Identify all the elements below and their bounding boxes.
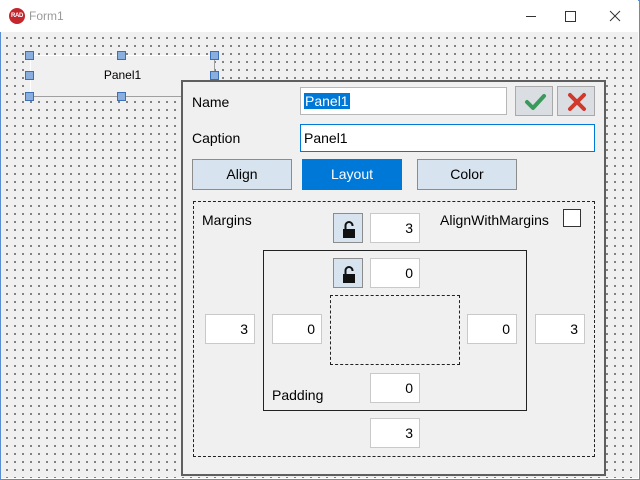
padding-right-input[interactable]: 0 [467, 314, 517, 344]
maximize-button[interactable] [548, 0, 594, 32]
resize-handle-bottom-left[interactable] [25, 92, 34, 101]
padding-bottom-input[interactable]: 0 [370, 373, 420, 403]
margin-left-input[interactable]: 3 [205, 314, 255, 344]
padding-left-input[interactable]: 0 [272, 314, 322, 344]
padding-lock-button[interactable] [333, 258, 363, 288]
name-input[interactable]: Panel1 [300, 87, 507, 115]
padding-top-input[interactable]: 0 [370, 258, 420, 288]
close-icon [609, 10, 621, 22]
cancel-button[interactable] [557, 86, 595, 116]
rad-logo-icon: RAD [9, 8, 25, 24]
resize-handle-top[interactable] [117, 51, 126, 60]
ok-button[interactable] [515, 86, 553, 116]
name-label: Name [192, 94, 230, 110]
window-title: Form1 [29, 9, 64, 23]
align-with-margins-label: AlignWithMargins [440, 212, 549, 228]
resize-handle-right[interactable] [210, 71, 219, 80]
margins-lock-button[interactable] [333, 213, 363, 243]
resize-handle-left[interactable] [25, 71, 34, 80]
resize-handle-top-left[interactable] [25, 51, 34, 60]
caption-label: Caption [192, 130, 241, 146]
cross-icon [568, 93, 586, 111]
maximize-icon [565, 11, 576, 22]
lock-icon [343, 266, 355, 283]
align-with-margins-checkbox[interactable] [563, 209, 581, 227]
checkmark-icon [525, 94, 546, 110]
title-bar[interactable]: RAD Form1 [0, 0, 638, 32]
padding-label: Padding [272, 387, 324, 403]
resize-handle-bottom[interactable] [117, 92, 126, 101]
caption-input[interactable]: Panel1 [300, 124, 595, 152]
margins-label: Margins [202, 212, 252, 228]
tab-color[interactable]: Color [417, 159, 517, 190]
content-area-box [330, 295, 460, 365]
margin-top-input[interactable]: 3 [370, 213, 420, 243]
name-value: Panel1 [304, 93, 350, 109]
margin-right-input[interactable]: 3 [535, 314, 585, 344]
close-button[interactable] [592, 0, 638, 32]
tab-align[interactable]: Align [192, 159, 292, 190]
lock-icon [343, 221, 355, 238]
resize-handle-top-right[interactable] [210, 51, 219, 60]
margin-bottom-input[interactable]: 3 [370, 418, 420, 448]
tab-layout[interactable]: Layout [302, 159, 402, 190]
